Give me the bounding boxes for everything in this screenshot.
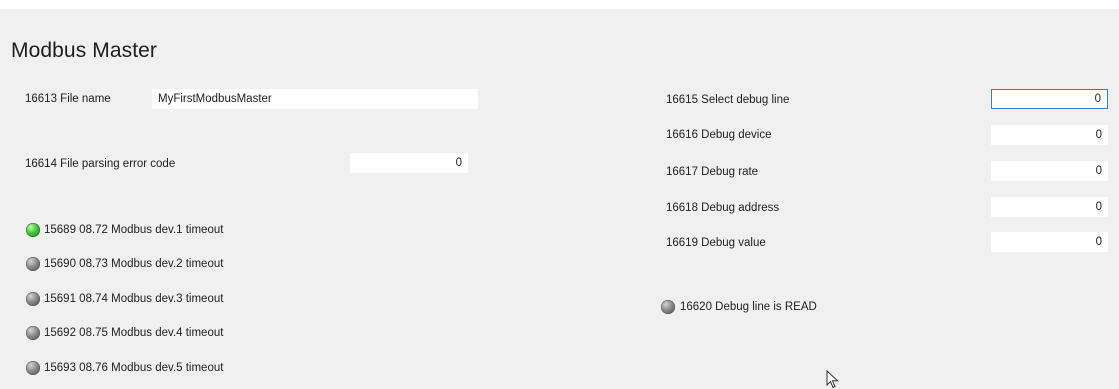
timeout-dev3-label: 15691 08.74 Modbus dev.3 timeout — [44, 293, 224, 305]
file-name-label: 16613 File name — [25, 93, 111, 105]
timeout-dev2-label: 15690 08.73 Modbus dev.2 timeout — [44, 258, 224, 270]
debug-line-read-label: 16620 Debug line is READ — [680, 301, 817, 313]
debug-address-label: 16618 Debug address — [666, 202, 780, 214]
debug-value-label: 16619 Debug value — [666, 237, 766, 249]
timeout-dev1-label: 15689 08.72 Modbus dev.1 timeout — [44, 224, 224, 236]
debug-value-field[interactable]: 0 — [991, 232, 1108, 252]
file-name-field[interactable]: MyFirstModbusMaster — [152, 89, 478, 109]
timeout-dev4-label: 15692 08.75 Modbus dev.4 timeout — [44, 327, 224, 339]
debug-device-label: 16616 Debug device — [666, 129, 772, 141]
debug-rate-field[interactable]: 0 — [991, 161, 1108, 181]
status-led-icon — [26, 292, 40, 306]
status-led-icon — [26, 326, 40, 340]
debug-address-field[interactable]: 0 — [991, 197, 1108, 217]
debug-rate-label: 16617 Debug rate — [666, 166, 759, 178]
select-debug-line-field[interactable]: 0 — [991, 89, 1108, 109]
debug-device-field[interactable]: 0 — [991, 125, 1108, 145]
file-parsing-error-label: 16614 File parsing error code — [25, 158, 176, 170]
status-led-icon — [26, 223, 40, 237]
status-led-icon — [26, 257, 40, 271]
file-parsing-error-field[interactable]: 0 — [350, 153, 468, 173]
status-led-icon — [26, 361, 40, 375]
page-title: Modbus Master — [11, 39, 158, 62]
timeout-dev5-label: 15693 08.76 Modbus dev.5 timeout — [44, 362, 224, 374]
mouse-cursor-icon — [826, 370, 839, 389]
select-debug-line-label: 16615 Select debug line — [666, 94, 790, 106]
status-led-icon — [661, 300, 675, 314]
